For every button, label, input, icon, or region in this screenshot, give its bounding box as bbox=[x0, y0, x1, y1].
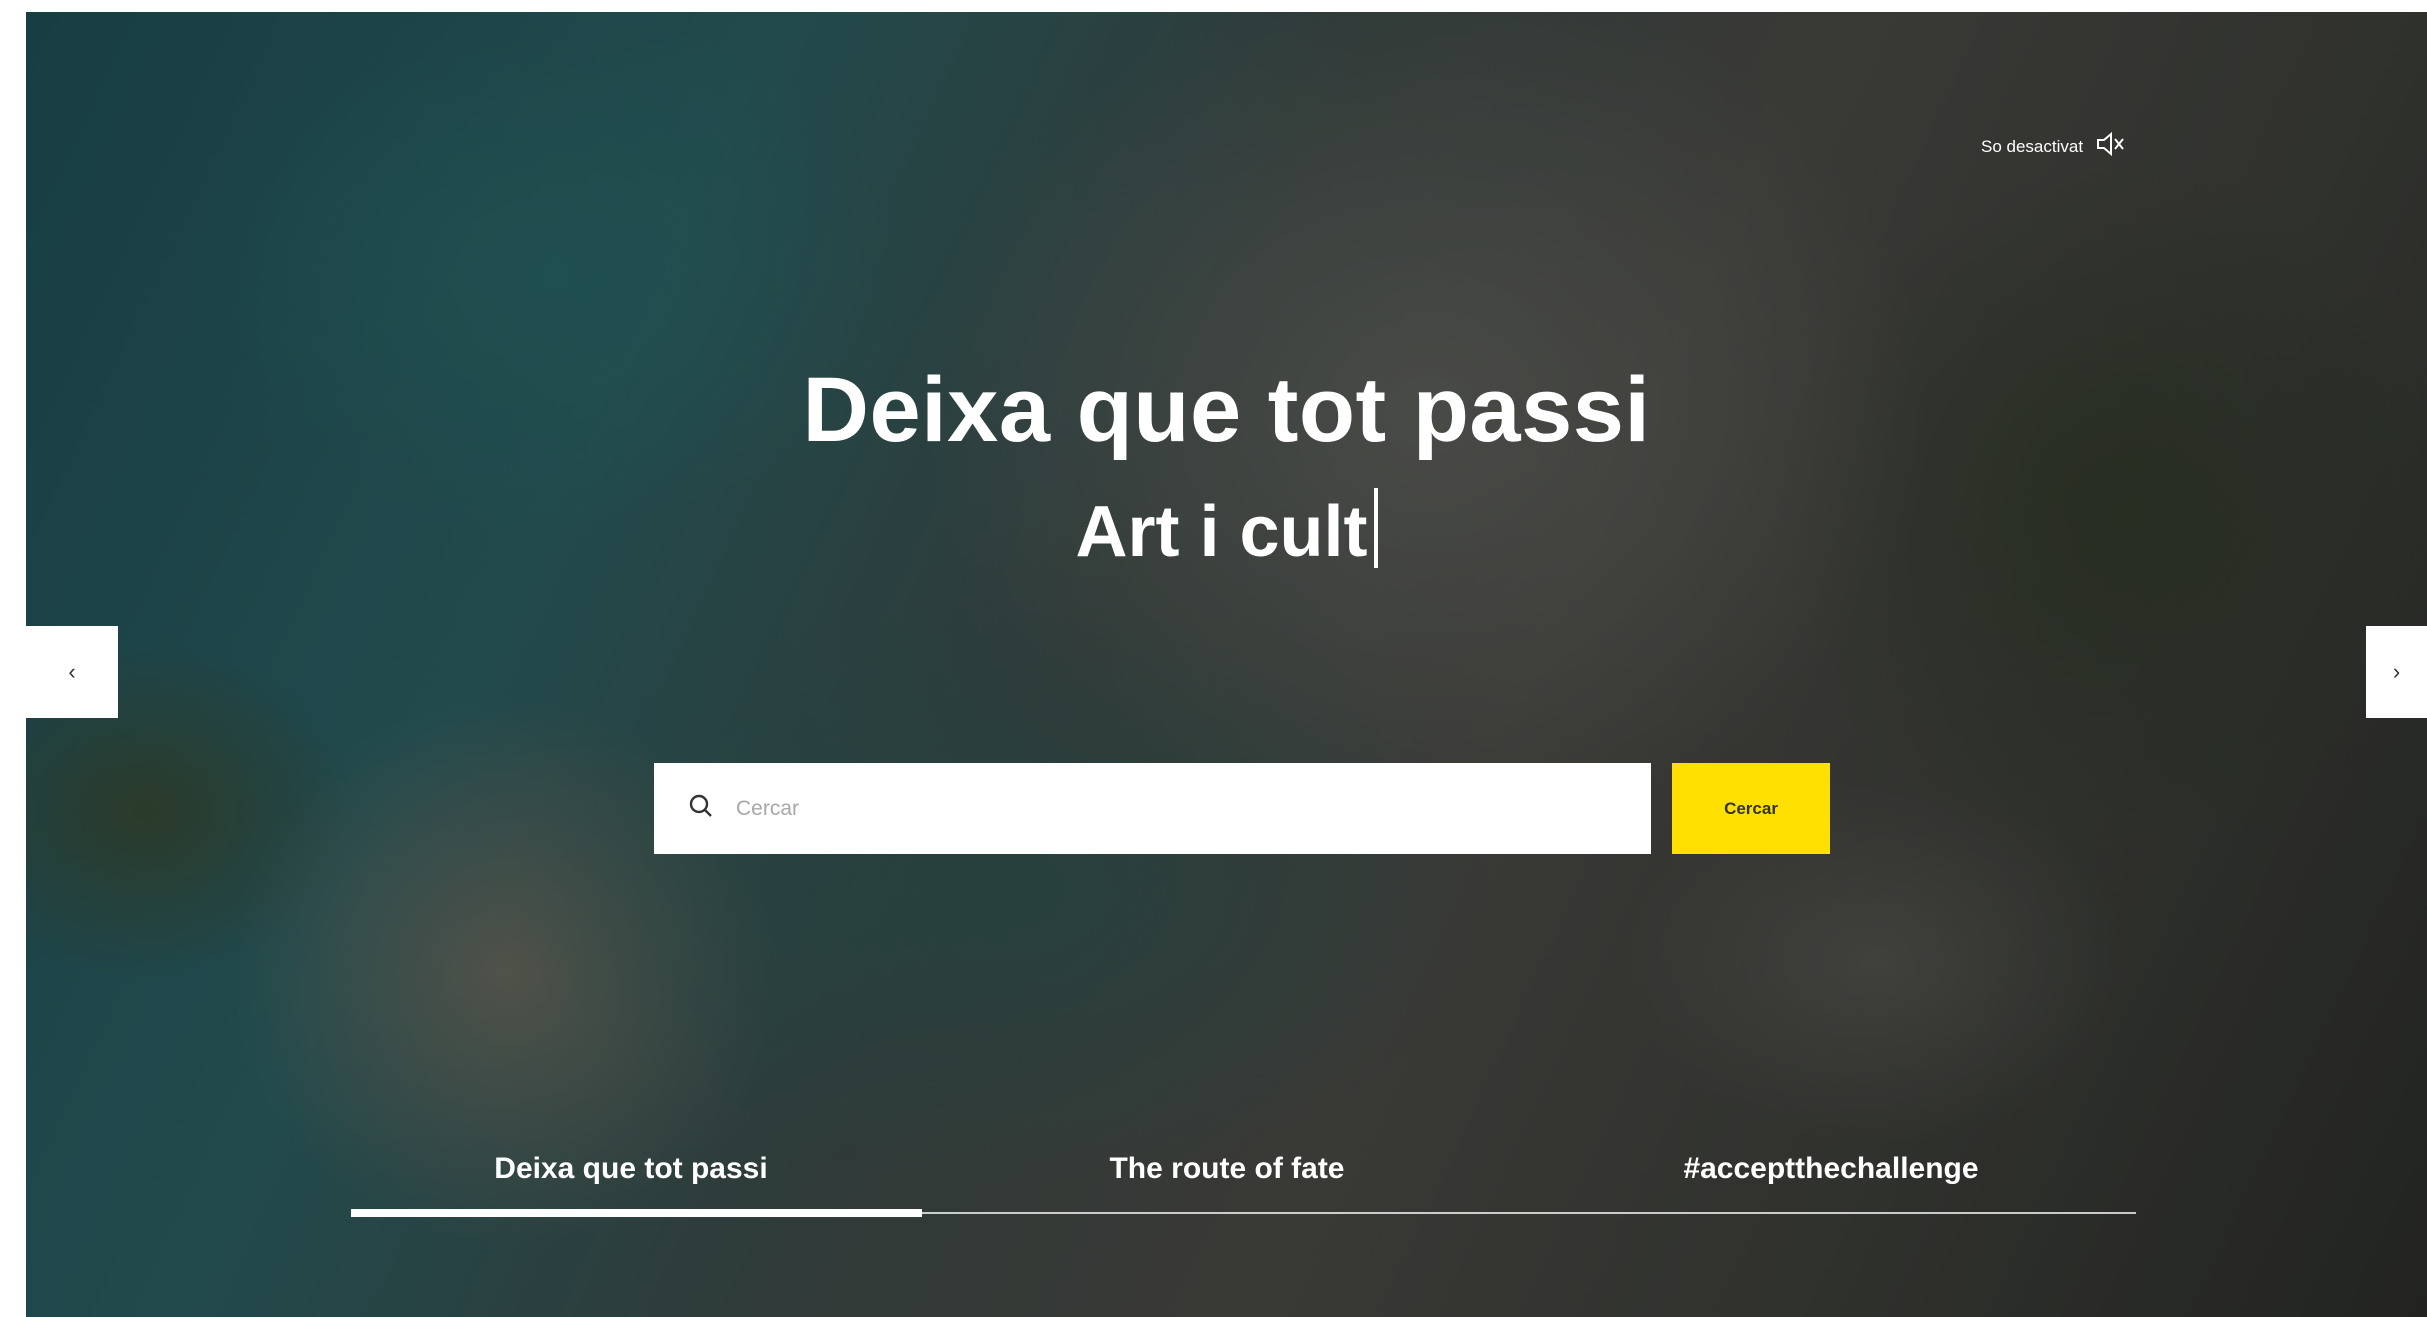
hero-banner: So desactivat Deixa que tot passi Art i … bbox=[26, 12, 2427, 1317]
sound-toggle[interactable]: So desactivat bbox=[1981, 131, 2125, 162]
carousel-prev-button[interactable]: ‹ bbox=[26, 626, 118, 718]
story-tabs: Deixa que tot passi The route of fate #a… bbox=[351, 1152, 2136, 1242]
typing-caret bbox=[1373, 488, 1378, 568]
speaker-muted-icon bbox=[2095, 131, 2125, 162]
search-box bbox=[654, 763, 1651, 854]
sound-toggle-label: So desactivat bbox=[1981, 136, 2084, 156]
chevron-left-icon: ‹ bbox=[68, 659, 76, 684]
carousel-next-button[interactable]: › bbox=[2366, 626, 2427, 718]
tab-acceptthechallenge[interactable]: #acceptthechallenge bbox=[1551, 1152, 2111, 1186]
search-button[interactable]: Cercar bbox=[1672, 763, 1830, 854]
search-icon bbox=[654, 793, 714, 824]
hero-title: Deixa que tot passi bbox=[802, 359, 1651, 461]
chevron-right-icon: › bbox=[2392, 659, 2401, 684]
search-input[interactable] bbox=[736, 796, 1616, 821]
tab-the-route-of-fate[interactable]: The route of fate bbox=[947, 1152, 1507, 1186]
tab-progress-bar bbox=[351, 1209, 923, 1217]
hero-subtitle: Art i cult bbox=[26, 488, 2427, 573]
hero-subtitle-text: Art i cult bbox=[1075, 492, 1368, 572]
tab-deixa-que-tot-passi[interactable]: Deixa que tot passi bbox=[351, 1152, 911, 1186]
